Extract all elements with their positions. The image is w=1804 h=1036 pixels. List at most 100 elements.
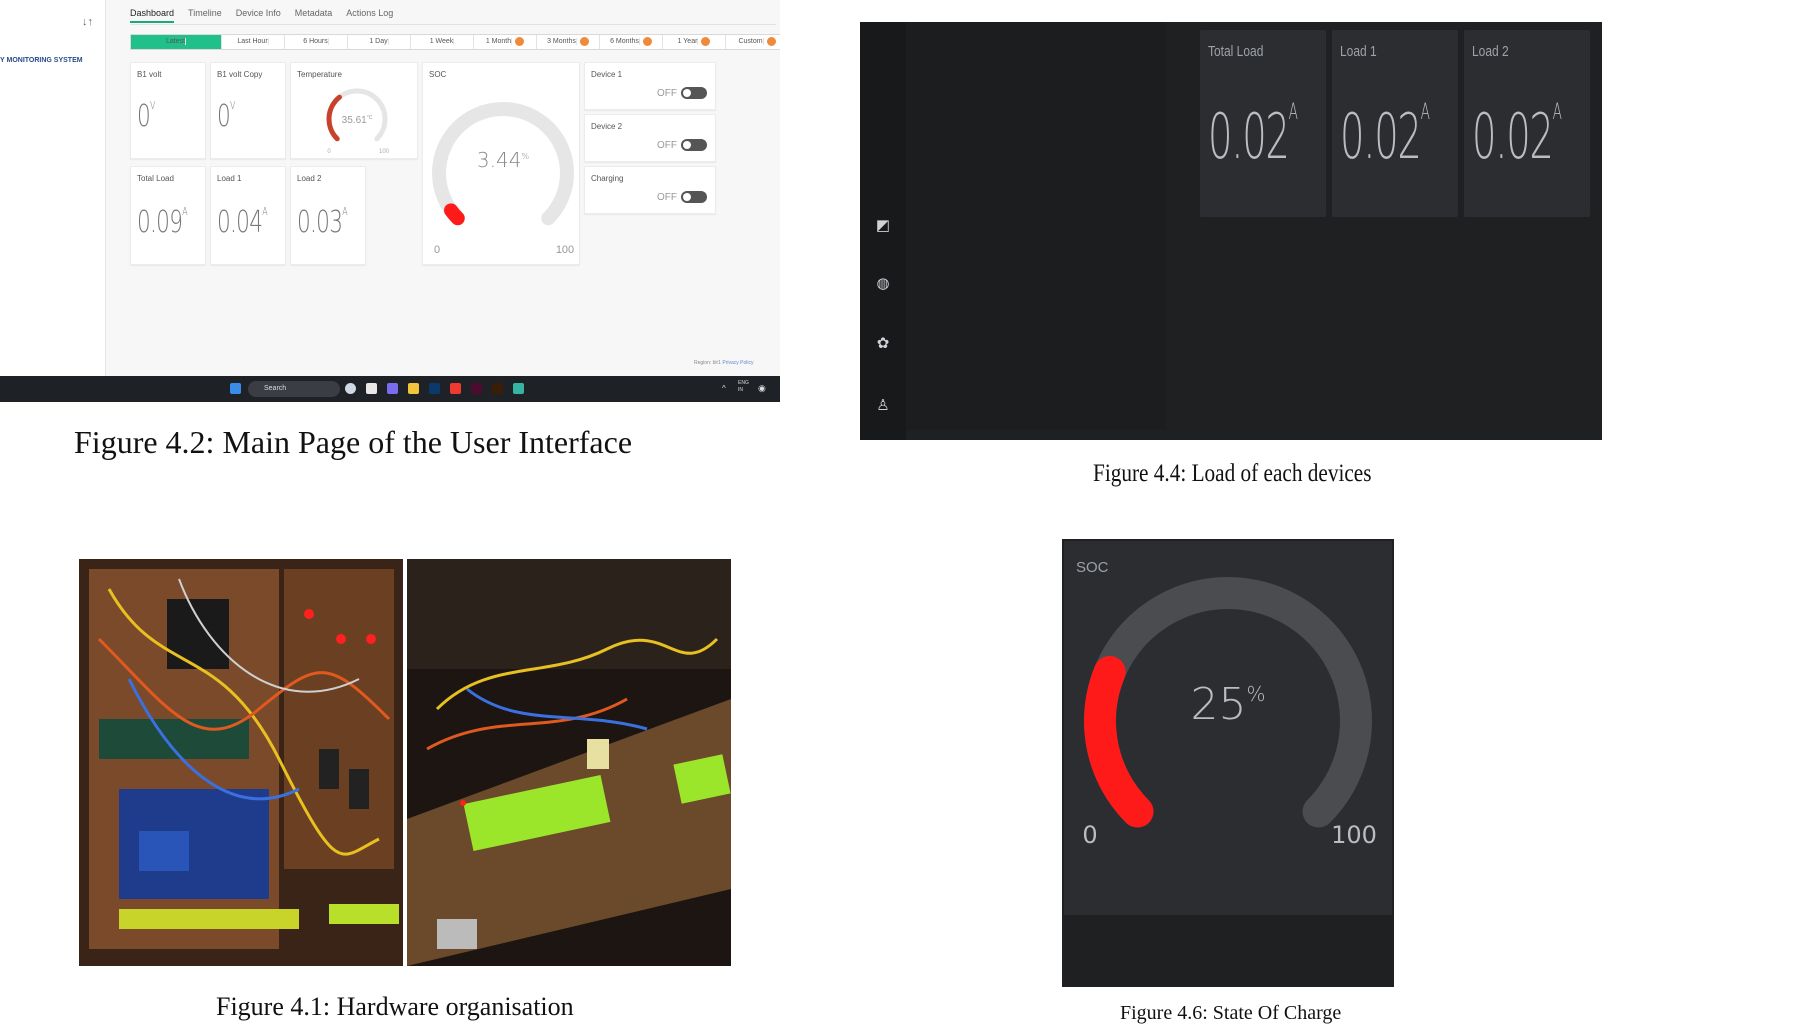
figure-4-2-caption: Figure 4.2: Main Page of the User Interf… — [74, 424, 633, 460]
gauge-fill — [1084, 656, 1154, 828]
nav-rail: ◩ ◍ ✿ ♙ — [860, 22, 906, 440]
windows-taskbar: Search ^ ENG IN ◉ — [0, 376, 780, 402]
range-1-month[interactable]: 1 Month — [474, 35, 537, 49]
gauge-value: 35.61°C — [342, 115, 373, 126]
range-3-months[interactable]: 3 Months — [537, 35, 600, 49]
widget-value: 0V — [217, 99, 235, 134]
value-text: 0.09 — [137, 205, 183, 240]
widgets-icon[interactable] — [366, 383, 377, 394]
unit-text: V — [150, 99, 155, 112]
soc-gauge: 3.44% 0 100 — [432, 101, 574, 256]
widget-total-load: Total Load 0.09A — [130, 166, 206, 265]
tab-dashboard[interactable]: Dashboard — [130, 8, 175, 23]
file-explorer-icon[interactable] — [408, 383, 419, 394]
photoshop-icon[interactable] — [429, 383, 440, 394]
tab-metadata[interactable]: Metadata — [295, 8, 333, 23]
range-1-year[interactable]: 1 Year — [663, 35, 726, 49]
language-indicator[interactable]: ENG IN — [738, 380, 749, 394]
wifi-icon[interactable]: ◉ — [758, 383, 766, 394]
range-last-hour[interactable]: Last Hour — [222, 35, 285, 49]
card-value: 0.02A — [1208, 100, 1298, 173]
gauge-value: 3.44% — [477, 148, 529, 172]
range-1-day[interactable]: 1 Day — [348, 35, 411, 49]
widget-device-2: Device 2 OFF — [584, 114, 716, 162]
toggle-icon[interactable] — [681, 87, 707, 99]
app-icon[interactable] — [513, 383, 524, 394]
chevron-up-icon[interactable]: ^ — [722, 384, 726, 393]
device-2-switch[interactable]: OFF — [657, 139, 707, 151]
card-load-2: Load 2 0.02A — [1464, 30, 1590, 217]
toggle-icon[interactable] — [681, 191, 707, 203]
widget-temperature: Temperature 35.61°C 0 100 — [290, 62, 418, 159]
globe-icon[interactable]: ◍ — [875, 276, 891, 292]
value-text: 0.02 — [1340, 100, 1422, 173]
widget-title: Device 2 — [591, 122, 623, 131]
temperature-gauge: 35.61°C 0 100 — [326, 88, 390, 155]
brave-icon[interactable] — [450, 383, 461, 394]
widget-value: 0.04A — [217, 205, 268, 240]
gauge-value: 25% — [1190, 679, 1265, 730]
value-text: 0.02 — [1472, 100, 1554, 173]
tab-timeline[interactable]: Timeline — [188, 8, 222, 23]
unit-text: A — [262, 205, 267, 218]
tab-device-info[interactable]: Device Info — [236, 8, 281, 23]
toggle-icon[interactable] — [681, 139, 707, 151]
device-1-switch[interactable]: OFF — [657, 87, 707, 99]
value-text: 0.02 — [1208, 100, 1290, 173]
indesign-icon[interactable] — [471, 383, 482, 394]
windows-start-icon[interactable] — [230, 383, 241, 394]
unit-text: A — [1552, 100, 1562, 125]
range-custom[interactable]: Custom — [726, 35, 780, 49]
widget-b1-volt-copy: B1 volt Copy 0V — [210, 62, 286, 159]
chat-icon[interactable] — [387, 383, 398, 394]
range-latest[interactable]: Latest — [131, 35, 222, 49]
gauge-fill — [444, 203, 465, 226]
widget-title: B1 volt Copy — [217, 70, 263, 79]
upgrade-badge-icon — [515, 36, 525, 46]
card-value: 0.02A — [1472, 100, 1562, 173]
charging-switch[interactable]: OFF — [657, 191, 707, 203]
range-label: 1 Month — [485, 38, 513, 45]
task-view-icon[interactable] — [345, 383, 356, 394]
taskbar-search[interactable]: Search — [248, 381, 340, 397]
widget-title: Device 1 — [591, 70, 623, 79]
gear-icon[interactable]: ✿ — [875, 336, 891, 352]
gauge-max-label: 100 — [379, 149, 390, 155]
time-range-selector: Latest Last Hour 6 Hours 1 Day 1 Week 1 … — [130, 34, 780, 50]
card-value: 0.02A — [1340, 100, 1430, 173]
range-label: 3 Months — [547, 38, 577, 45]
gauge-min-label: 0 — [1082, 821, 1097, 849]
gauge-min-label: 0 — [327, 149, 331, 155]
range-1-week[interactable]: 1 Week — [411, 35, 474, 49]
hardware-photo-right — [407, 559, 731, 966]
value-text: 0.03 — [297, 205, 343, 240]
illustrator-icon[interactable] — [492, 383, 503, 394]
card-load-1: Load 1 0.02A — [1332, 30, 1458, 217]
switch-state: OFF — [657, 87, 677, 99]
switch-state: OFF — [657, 139, 677, 151]
range-6-hours[interactable]: 6 Hours — [285, 35, 348, 49]
card-total-load: Total Load 0.02A — [1200, 30, 1326, 217]
range-label: 1 Day — [369, 38, 389, 45]
widget-soc: SOC 3.44% 0 100 — [422, 62, 580, 265]
card-title: Load 1 — [1340, 43, 1377, 60]
range-label: Last Hour — [237, 38, 269, 45]
upgrade-badge-icon — [642, 36, 652, 46]
sort-icon[interactable]: ↓↑ — [82, 16, 93, 28]
megaphone-icon[interactable]: ◩ — [875, 218, 891, 234]
dashboard-main: Dashboard Timeline Device Info Metadata … — [106, 0, 780, 376]
figure-4-2-dashboard-screenshot: ↓↑ Y MONITORING SYSTEM Dashboard Timelin… — [0, 0, 780, 402]
figure-4-4-load-screenshot: ◩ ◍ ✿ ♙ Total Load 0.02A Load 1 0.02A Lo… — [860, 22, 1602, 440]
privacy-link[interactable]: Privacy Policy — [722, 360, 753, 366]
gauge-fill — [326, 94, 342, 142]
tab-actions-log[interactable]: Actions Log — [346, 8, 393, 23]
range-6-months[interactable]: 6 Months — [600, 35, 663, 49]
switch-state: OFF — [657, 191, 677, 203]
widget-value: 0V — [137, 99, 155, 134]
user-icon[interactable]: ♙ — [875, 398, 891, 414]
soc-gauge: 25% 0 100 — [1082, 577, 1377, 849]
unit-text: A — [342, 205, 347, 218]
divider — [130, 24, 776, 25]
widget-b1-volt: B1 volt 0V — [130, 62, 206, 159]
range-label: 6 Hours — [303, 38, 329, 45]
